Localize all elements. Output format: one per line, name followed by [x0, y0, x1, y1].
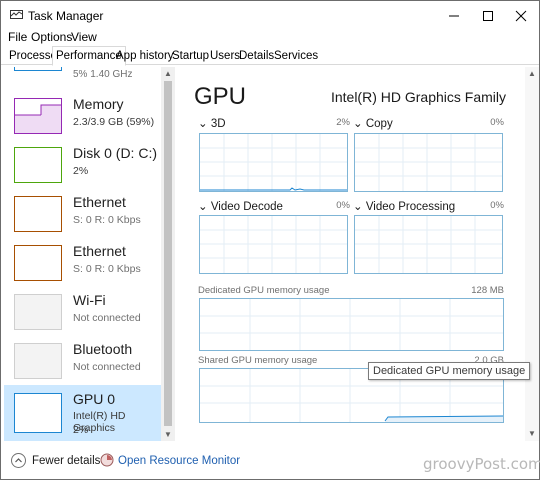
- perf-item-name: Memory: [73, 96, 124, 112]
- engine-copy-label[interactable]: ⌄ Copy: [353, 116, 393, 130]
- perf-item-name: Ethernet: [73, 194, 126, 210]
- engine-copy-graph: [354, 133, 503, 192]
- shared-memory-label: Shared GPU memory usage: [198, 355, 318, 366]
- engine-3d-label[interactable]: ⌄ 3D: [198, 116, 226, 130]
- left-scrollbar[interactable]: ▲ ▼: [161, 67, 175, 441]
- perf-item-name: Bluetooth: [73, 341, 133, 357]
- title-bar[interactable]: Task Manager: [1, 1, 539, 31]
- maximize-icon: [483, 11, 493, 21]
- perf-item-cpu[interactable]: 5% 1.40 GHz: [4, 67, 161, 80]
- perf-item-gpu[interactable]: GPU 0 Intel(R) HD Graphics 2%: [4, 385, 161, 441]
- scroll-down-icon[interactable]: ▼: [163, 431, 173, 439]
- engine-name: 3D: [210, 118, 226, 130]
- perf-item-sub: 5% 1.40 GHz: [73, 69, 133, 80]
- engine-name: Copy: [365, 118, 393, 130]
- bluetooth-thumbnail: [14, 343, 62, 379]
- gpu-details-pane: GPU Intel(R) HD Graphics Family ⌄ 3D 2% …: [176, 67, 524, 445]
- perf-item-sub: S: 0 R: 0 Kbps: [73, 214, 141, 226]
- perf-item-disk[interactable]: Disk 0 (D: C:) 2%: [4, 141, 161, 189]
- fewer-details-link[interactable]: Fewer details: [32, 455, 100, 467]
- performance-list: 5% 1.40 GHz Memory 2.3/3.9 GB (59%) Disk…: [4, 67, 174, 441]
- engine-name: Video Decode: [210, 201, 283, 213]
- perf-item-memory[interactable]: Memory 2.3/3.9 GB (59%): [4, 92, 161, 140]
- task-manager-app-icon: [10, 10, 23, 19]
- engine-copy-percent: 0%: [490, 117, 504, 128]
- menu-options[interactable]: Options: [31, 30, 72, 44]
- engine-video-processing-percent: 0%: [490, 200, 504, 211]
- gpu-thumbnail: [14, 393, 62, 433]
- chevron-up-icon[interactable]: [11, 453, 26, 468]
- perf-item-name: Wi-Fi: [73, 292, 106, 308]
- right-scrollbar[interactable]: ▲ ▼: [525, 67, 539, 441]
- dedicated-memory-graph: [199, 298, 504, 351]
- engine-name: Video Processing: [365, 201, 456, 213]
- engine-video-decode-percent: 0%: [336, 200, 350, 211]
- perf-item-ethernet-2[interactable]: Ethernet S: 0 R: 0 Kbps: [4, 239, 161, 287]
- wifi-thumbnail: [14, 294, 62, 330]
- tab-bar: Processes Performance App history Startu…: [1, 46, 539, 66]
- ethernet-thumbnail: [14, 196, 62, 232]
- engine-video-processing-label[interactable]: ⌄ Video Processing: [353, 199, 455, 213]
- ethernet-thumbnail: [14, 245, 62, 281]
- engine-video-processing-graph: [354, 215, 503, 274]
- perf-item-sub: S: 0 R: 0 Kbps: [73, 263, 141, 275]
- perf-item-sub: Not connected: [73, 312, 141, 324]
- gpu-title: GPU: [194, 83, 247, 110]
- watermark: groovyPost.com: [423, 455, 540, 473]
- minimize-icon: [449, 15, 459, 17]
- perf-item-name: GPU 0: [73, 391, 116, 407]
- engine-3d-percent: 2%: [336, 117, 350, 128]
- scroll-up-icon[interactable]: ▲: [527, 70, 537, 78]
- hidden-stats-edge: [206, 435, 336, 445]
- scroll-down-icon[interactable]: ▼: [527, 430, 537, 438]
- perf-item-sub: 2.3/3.9 GB (59%): [73, 116, 155, 128]
- close-button[interactable]: [504, 1, 538, 31]
- task-manager-window: Task Manager File Options View Processes…: [0, 0, 540, 480]
- dedicated-memory-max: 128 MB: [471, 285, 504, 296]
- tab-services[interactable]: Services: [270, 48, 322, 65]
- resource-monitor-icon: [100, 453, 114, 467]
- scrollbar-thumb[interactable]: [164, 81, 172, 426]
- engine-3d-graph: [199, 133, 348, 192]
- menu-bar: File Options View: [1, 28, 539, 46]
- gpu-adapter-name: Intel(R) HD Graphics Family: [330, 89, 506, 105]
- minimize-button[interactable]: [437, 1, 471, 31]
- perf-item-ethernet-1[interactable]: Ethernet S: 0 R: 0 Kbps: [4, 190, 161, 238]
- close-icon: [515, 10, 527, 22]
- perf-item-name: Ethernet: [73, 243, 126, 259]
- scroll-up-icon[interactable]: ▲: [163, 70, 173, 78]
- maximize-button[interactable]: [471, 1, 505, 31]
- perf-item-sub: 2%: [73, 165, 89, 177]
- perf-item-name: Disk 0 (D: C:): [73, 145, 157, 161]
- engine-video-decode-label[interactable]: ⌄ Video Decode: [198, 199, 283, 213]
- window-title: Task Manager: [28, 9, 104, 23]
- disk-thumbnail: [14, 147, 62, 183]
- perf-item-wifi[interactable]: Wi-Fi Not connected: [4, 288, 161, 336]
- open-resource-monitor-link[interactable]: Open Resource Monitor: [118, 455, 240, 467]
- dedicated-memory-label: Dedicated GPU memory usage: [198, 285, 330, 296]
- menu-file[interactable]: File: [8, 30, 27, 44]
- perf-item-sub: 2%: [73, 424, 89, 436]
- perf-item-sub: Not connected: [73, 361, 141, 373]
- perf-item-bluetooth[interactable]: Bluetooth Not connected: [4, 337, 161, 385]
- menu-view[interactable]: View: [71, 30, 97, 44]
- tooltip: Dedicated GPU memory usage: [368, 362, 531, 380]
- memory-thumbnail: [14, 98, 62, 134]
- cpu-thumbnail: [14, 67, 62, 71]
- engine-video-decode-graph: [199, 215, 348, 274]
